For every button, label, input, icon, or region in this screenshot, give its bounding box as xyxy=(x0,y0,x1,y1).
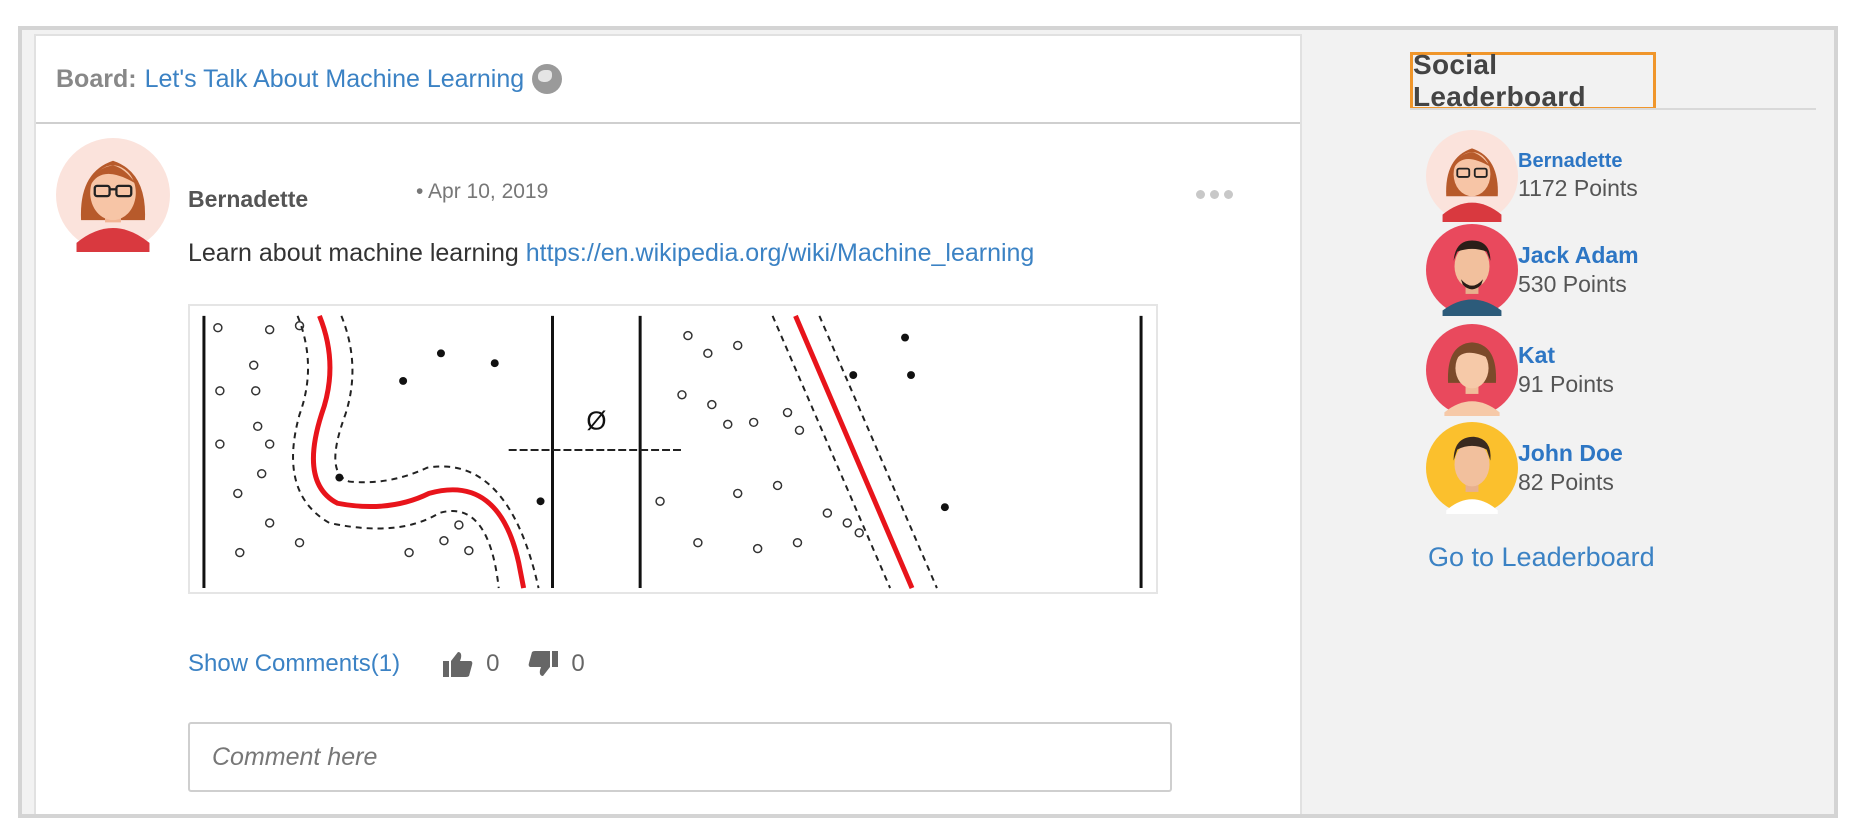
thumbs-down-icon xyxy=(529,651,559,676)
globe-icon xyxy=(532,64,563,94)
board-header: Board: Let's Talk About Machine Learning xyxy=(36,36,1300,124)
post-panel: Board: Let's Talk About Machine Learning… xyxy=(34,34,1302,814)
avatar xyxy=(1426,130,1518,222)
go-to-leaderboard-link[interactable]: Go to Leaderboard xyxy=(1428,542,1655,573)
leaderboard-entry[interactable]: John Doe 82 Points xyxy=(1426,422,1623,514)
post-link[interactable]: https://en.wikipedia.org/wiki/Machine_le… xyxy=(526,239,1035,267)
leaderboard-entry[interactable]: Kat 91 Points xyxy=(1426,324,1614,416)
image-label: Ø xyxy=(586,407,606,435)
show-comments-link[interactable]: Show Comments(1) xyxy=(188,650,400,678)
post-date: • Apr 10, 2019 xyxy=(416,180,549,203)
leaderboard-user-points: 530 Points xyxy=(1518,271,1627,297)
leaderboard-user-points: 91 Points xyxy=(1518,371,1614,397)
avatar xyxy=(1426,324,1518,416)
like-count: 0 xyxy=(486,650,500,677)
divider xyxy=(1410,108,1816,110)
author-avatar[interactable] xyxy=(56,138,170,252)
like-button[interactable]: 0 xyxy=(442,650,499,678)
leaderboard-entry[interactable]: Bernadette 1172 Points xyxy=(1426,130,1638,222)
leaderboard-sidebar: Social Leaderboard Bernadette 1172 Point… xyxy=(1306,34,1836,814)
leaderboard-user-name[interactable]: Bernadette xyxy=(1518,150,1638,173)
dislike-button[interactable]: 0 xyxy=(527,650,585,678)
board-title-link[interactable]: Let's Talk About Machine Learning xyxy=(145,65,525,94)
post-body: Learn about machine learning https://en.… xyxy=(188,239,1034,268)
leaderboard-user-name[interactable]: John Doe xyxy=(1518,440,1623,467)
post: Bernadette • Apr 10, 2019 Learn about ma… xyxy=(36,124,1300,814)
post-author[interactable]: Bernadette xyxy=(188,186,308,213)
post-actions: Show Comments(1) 0 0 xyxy=(188,650,613,678)
leaderboard-user-name[interactable]: Kat xyxy=(1518,342,1614,369)
comment-input[interactable] xyxy=(188,722,1172,792)
leaderboard-user-points: 1172 Points xyxy=(1518,175,1638,201)
post-image[interactable]: Ø xyxy=(188,304,1158,594)
thumbs-up-icon xyxy=(443,652,473,677)
post-text: Learn about machine learning xyxy=(188,239,526,267)
app-frame: Board: Let's Talk About Machine Learning… xyxy=(18,26,1838,818)
board-label: Board: xyxy=(56,64,137,93)
dislike-count: 0 xyxy=(571,650,585,677)
leaderboard-user-points: 82 Points xyxy=(1518,469,1614,495)
leaderboard-title: Social Leaderboard xyxy=(1410,49,1656,112)
avatar xyxy=(1426,422,1518,514)
more-options-icon[interactable] xyxy=(1196,190,1233,199)
avatar xyxy=(1426,224,1518,316)
leaderboard-entry[interactable]: Jack Adam 530 Points xyxy=(1426,224,1639,316)
leaderboard-user-name[interactable]: Jack Adam xyxy=(1518,242,1639,269)
